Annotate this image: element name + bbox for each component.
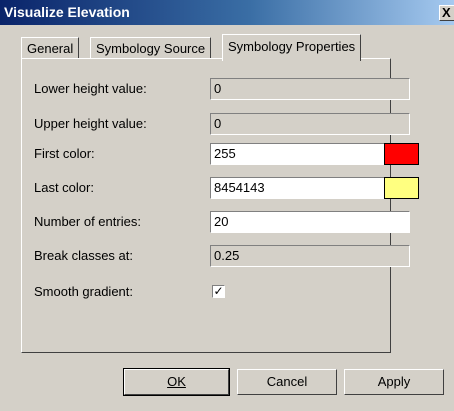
first-color-label: First color:: [34, 146, 95, 161]
num-entries-field[interactable]: 20: [210, 211, 410, 233]
cancel-button[interactable]: Cancel: [237, 369, 337, 395]
upper-height-label: Upper height value:: [34, 116, 147, 131]
tab-panel: [21, 58, 391, 353]
last-color-label: Last color:: [34, 180, 94, 195]
dialog-window: Visualize Elevation X General Symbology …: [0, 0, 454, 411]
last-color-swatch[interactable]: [384, 177, 419, 199]
lower-height-field[interactable]: 0: [210, 78, 410, 100]
first-color-field[interactable]: 255: [210, 143, 410, 165]
smooth-gradient-label: Smooth gradient:: [34, 284, 134, 299]
close-button[interactable]: X: [439, 5, 454, 21]
break-classes-field[interactable]: 0.25: [210, 245, 410, 267]
title-bar[interactable]: Visualize Elevation X: [0, 0, 454, 25]
close-icon: X: [442, 5, 451, 20]
smooth-gradient-checkbox[interactable]: ✓: [212, 285, 225, 298]
apply-button[interactable]: Apply: [344, 369, 444, 395]
checkmark-icon: ✓: [213, 284, 224, 298]
last-color-field[interactable]: 8454143: [210, 177, 410, 199]
num-entries-label: Number of entries:: [34, 214, 141, 229]
tab-general[interactable]: General: [21, 37, 80, 59]
tab-symbology-source[interactable]: Symbology Source: [90, 37, 212, 59]
first-color-swatch[interactable]: [384, 143, 419, 165]
tab-symbology-properties[interactable]: Symbology Properties: [222, 34, 362, 61]
upper-height-field[interactable]: 0: [210, 113, 410, 135]
window-title: Visualize Elevation: [4, 4, 130, 20]
ok-button[interactable]: OK: [123, 368, 230, 396]
lower-height-label: Lower height value:: [34, 81, 147, 96]
break-classes-label: Break classes at:: [34, 248, 133, 263]
tab-strip: General Symbology Source Symbology Prope…: [0, 32, 454, 61]
